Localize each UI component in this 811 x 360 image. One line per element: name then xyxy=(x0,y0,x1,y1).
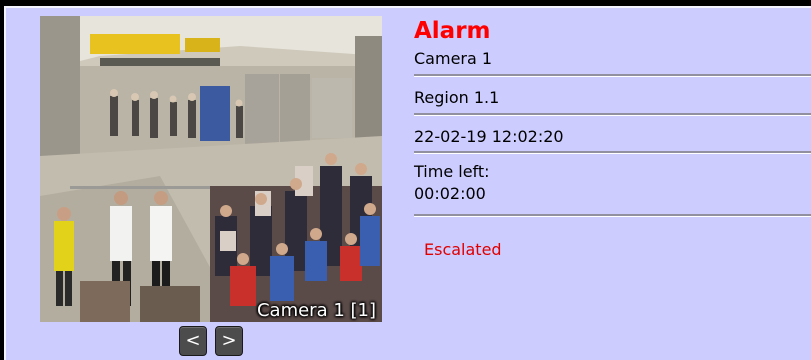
divider xyxy=(414,113,811,116)
time-left-value: 00:02:00 xyxy=(414,184,486,203)
region-name: Region 1.1 xyxy=(414,88,500,107)
alarm-window: Camera 1 [1] < > Alarm Camera 1 Region 1… xyxy=(0,0,811,360)
status-badge: Escalated xyxy=(424,240,502,259)
divider xyxy=(414,74,811,77)
alarm-title: Alarm xyxy=(414,18,491,44)
previous-button[interactable]: < xyxy=(179,326,207,356)
next-button[interactable]: > xyxy=(215,326,243,356)
time-left-label: Time left: xyxy=(414,162,490,181)
divider xyxy=(414,214,811,217)
camera-image xyxy=(40,16,382,322)
camera-name: Camera 1 xyxy=(414,49,493,68)
camera-snapshot[interactable]: Camera 1 [1] xyxy=(40,16,382,322)
alarm-timestamp: 22-02-19 12:02:20 xyxy=(414,127,564,146)
divider xyxy=(414,151,811,154)
camera-caption: Camera 1 [1] xyxy=(256,300,376,321)
